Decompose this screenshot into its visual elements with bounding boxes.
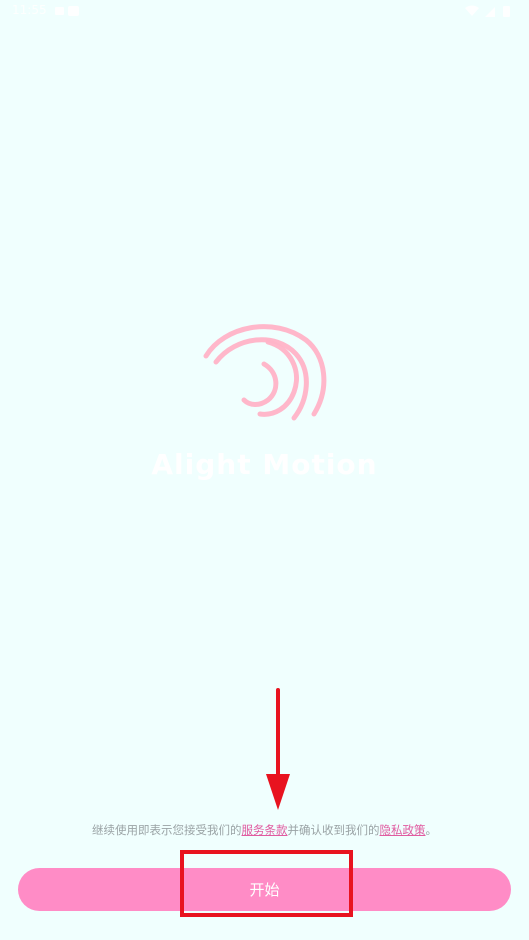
terms-middle: 并确认收到我们的 <box>287 823 380 837</box>
terms-notice: 继续使用即表示您接受我们的服务条款并确认收到我们的隐私政策。 <box>0 822 529 838</box>
alight-motion-swirl-icon <box>203 324 327 421</box>
terms-suffix: 。 <box>425 823 438 837</box>
status-bar: 11:55 <box>0 0 529 22</box>
terms-of-service-link[interactable]: 服务条款 <box>242 823 288 837</box>
start-button[interactable]: 开始 <box>18 868 511 911</box>
down-arrow-icon <box>266 688 290 810</box>
app-name: Alight Motion <box>151 448 378 481</box>
signal-battery-icons <box>465 5 510 17</box>
terms-prefix: 继续使用即表示您接受我们的 <box>92 823 242 837</box>
privacy-policy-link[interactable]: 隐私政策 <box>380 823 426 837</box>
status-time: 11:55 <box>12 3 47 17</box>
notification-icons <box>55 6 79 16</box>
